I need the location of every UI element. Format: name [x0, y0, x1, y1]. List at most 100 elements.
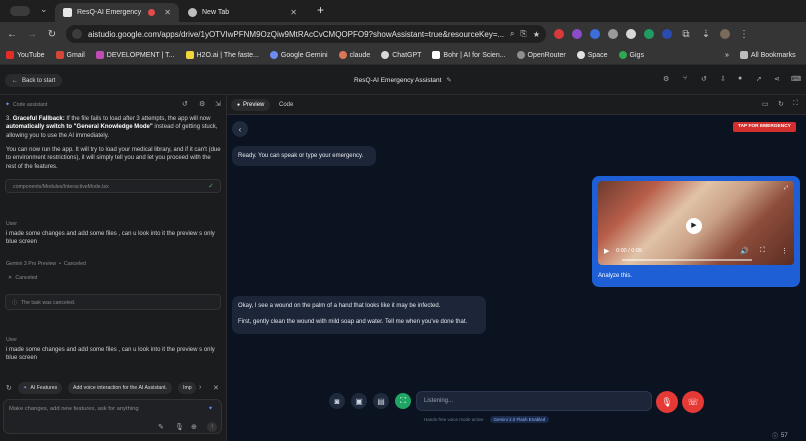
openrouter-icon [516, 51, 525, 59]
bookmark-development[interactable]: DEVELOPMENT | T... [95, 51, 175, 59]
add-icon[interactable]: ⊕ [191, 423, 197, 431]
assistant-input-box[interactable]: Make changes, add new features, ask for … [3, 399, 222, 434]
tab-search-icon[interactable]: ⌄ [40, 4, 48, 15]
send-icon[interactable]: ↑ [207, 422, 217, 432]
back-circle-button[interactable]: ‹ [232, 121, 248, 137]
zoom-icon[interactable]: ⌕ [510, 29, 514, 39]
history-icon[interactable]: ↺ [182, 100, 188, 108]
chat-input[interactable]: Listening... [416, 391, 652, 411]
chrome-favicon-icon [188, 8, 197, 17]
close-suggestions-icon[interactable]: ✕ [213, 384, 219, 392]
back-arrow-icon[interactable]: ← [6, 29, 18, 40]
downloads-icon[interactable]: ⇣ [700, 29, 712, 40]
bookmark-chatgpt[interactable]: ChatGPT [381, 51, 421, 59]
address-bar[interactable]: aistudio.google.com/apps/drive/1yOTVIwPF… [66, 25, 546, 43]
bookmark-star-icon[interactable]: ★ [533, 30, 540, 39]
bot-reply-line: First, gently clean the wound with mild … [238, 319, 468, 325]
new-tab-button[interactable]: + [317, 3, 324, 17]
code-assistant-panel: ✦ Code assistant ↺ ⚙ ⇲ 3. Graceful Fallb… [0, 95, 227, 441]
file-change-card[interactable]: components/Modules/InteractiveMode.tsx ✓ [5, 179, 221, 193]
profile-avatar-icon[interactable] [720, 29, 730, 39]
run-note: You can now run the app. It will try to … [6, 147, 221, 170]
refresh-icon[interactable]: ↻ [778, 100, 784, 108]
extension-red-icon[interactable] [554, 29, 564, 39]
extension-navy-icon[interactable] [662, 29, 672, 39]
settings-icon[interactable]: ⚙ [663, 75, 669, 83]
refresh-suggestions-icon[interactable]: ↻ [6, 384, 12, 392]
bookmark-bohr[interactable]: Bohr | AI for Scien... [432, 51, 506, 59]
video-expand-icon[interactable]: ⤢ [784, 185, 788, 191]
chip-voice-interaction[interactable]: Add voice interaction for the AI Assista… [68, 382, 173, 394]
window-menu-button[interactable] [10, 6, 30, 16]
tab-resq-ai[interactable]: ResQ-AI Emergency Assis ✕ [55, 3, 179, 22]
expand-icon[interactable]: ⇲ [215, 100, 221, 108]
settings-icon[interactable]: ⚙ [199, 100, 205, 108]
fullscreen-icon[interactable]: ⛶ [793, 100, 798, 108]
video-progress-bar[interactable] [622, 259, 752, 261]
github-icon [576, 51, 585, 59]
browser-toolbar: ← → ↻ aistudio.google.com/apps/drive/1yO… [0, 22, 806, 46]
extensions-puzzle-icon[interactable]: ⧉ [680, 29, 692, 40]
reload-icon[interactable]: ↻ [46, 29, 58, 40]
h2o-icon [185, 51, 194, 59]
keyboard-icon[interactable]: ⌨ [791, 75, 801, 83]
bookmark-openrouter[interactable]: OpenRouter [516, 51, 566, 59]
share-icon[interactable]: ⎘ [520, 29, 526, 39]
edit-icon[interactable]: ✎ [158, 423, 164, 431]
status-counter[interactable]: ⓘ 57 [772, 431, 788, 441]
device-icon[interactable]: ▭ [762, 100, 769, 108]
extension-blue-icon[interactable] [590, 29, 600, 39]
video-play-icon[interactable]: ▶ [604, 247, 609, 255]
site-info-icon[interactable] [72, 29, 82, 39]
gmail-icon [55, 51, 64, 59]
video-more-icon[interactable]: ⋮ [781, 247, 788, 255]
bookmark-h2o[interactable]: H2O.ai | The faste... [185, 51, 259, 59]
download-icon[interactable]: ⇩ [720, 75, 726, 83]
tab-preview[interactable]: ● Preview [231, 99, 271, 111]
branch-icon[interactable]: ⑂ [683, 75, 687, 82]
close-tab-icon[interactable]: ✕ [290, 8, 297, 17]
volume-icon[interactable]: 🔊 [740, 247, 749, 255]
app-header: ← Back to start ResQ-AI Emergency Assist… [0, 65, 806, 95]
deploy-rocket-icon[interactable]: ➚ [756, 75, 762, 83]
chip-partial[interactable]: Imp [178, 382, 196, 394]
bookmark-gemini[interactable]: Google Gemini [269, 51, 328, 59]
bookmark-space[interactable]: Space [576, 51, 608, 59]
tab-code[interactable]: Code [273, 99, 299, 111]
tab-new-tab[interactable]: New Tab ✕ [180, 3, 305, 22]
emergency-button[interactable]: TAP FOR EMERGENCY [733, 122, 796, 132]
camera-button[interactable]: ◙ [329, 393, 345, 409]
github-icon[interactable]: ● [738, 75, 742, 82]
bookmarks-overflow-icon[interactable]: » [725, 52, 729, 59]
video-play-button[interactable]: ▶ [686, 218, 702, 234]
video-fullscreen-icon[interactable]: ⛶ [760, 247, 765, 255]
all-bookmarks[interactable]: All Bookmarks [739, 51, 796, 59]
close-tab-icon[interactable]: ✕ [164, 8, 171, 17]
edit-pencil-icon[interactable]: ✎ [446, 77, 451, 84]
arrow-left-icon: ← [12, 77, 18, 84]
extension-grey-icon[interactable] [608, 29, 618, 39]
video-camera-button[interactable]: ▣ [351, 393, 367, 409]
bookmark-claude[interactable]: claude [338, 51, 370, 59]
bookmark-gmail[interactable]: Gmail [55, 51, 85, 59]
share-icon[interactable]: ⋖ [774, 75, 780, 83]
microphone-button[interactable]: 🎙 [656, 391, 678, 413]
user-message: i made some changes and add some files ,… [6, 231, 215, 246]
chip-ai-features[interactable]: ✦ AI Features [18, 382, 63, 394]
user-label: User [6, 221, 17, 227]
wound-video-player[interactable]: ▶ ▶ 0:00 / 0:09 🔊 ⛶ ⋮ ⤢ [598, 181, 794, 265]
back-to-start-button[interactable]: ← Back to start [5, 74, 63, 87]
extension-pen-icon[interactable] [626, 29, 636, 39]
hands-free-button[interactable]: ⛶ [395, 393, 411, 409]
extension-purple-icon[interactable] [572, 29, 582, 39]
history-icon[interactable]: ↺ [701, 75, 707, 83]
emergency-siren-button[interactable]: ☏ [682, 391, 704, 413]
chevron-right-icon[interactable]: › [199, 384, 201, 391]
document-button[interactable]: ▤ [373, 393, 389, 409]
bookmark-gigs[interactable]: Gigs [618, 51, 644, 59]
browser-menu-icon[interactable]: ⋮ [738, 29, 750, 40]
microphone-icon[interactable]: 🎙 [175, 423, 184, 431]
extension-green-icon[interactable] [644, 29, 654, 39]
forward-arrow-icon[interactable]: → [26, 29, 38, 40]
bookmark-youtube[interactable]: YouTube [6, 51, 45, 59]
